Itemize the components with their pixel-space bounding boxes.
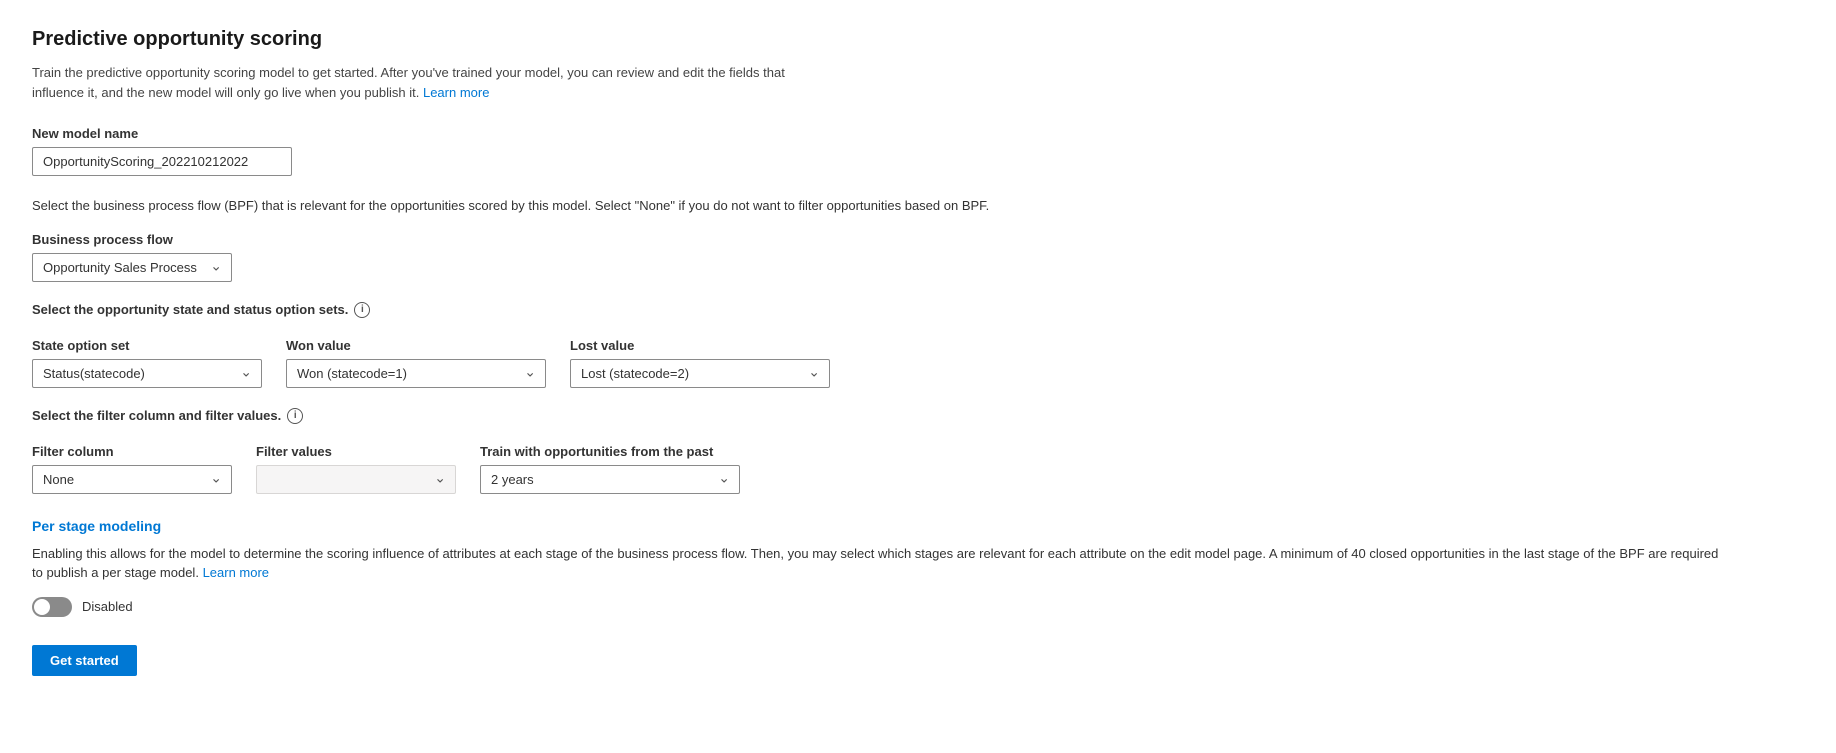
filter-values-label: Filter values (256, 444, 456, 459)
train-label: Train with opportunities from the past (480, 444, 740, 459)
filter-section-header: Select the filter column and filter valu… (32, 408, 1804, 424)
filter-values-group: Filter values (256, 444, 456, 494)
model-name-field-group: New model name (32, 126, 1804, 176)
filter-column-label: Filter column (32, 444, 232, 459)
filter-column-select[interactable]: None Owner Territory Product (32, 465, 232, 494)
model-name-input[interactable] (32, 147, 292, 176)
learn-more-link[interactable]: Learn more (423, 85, 489, 100)
won-value-label: Won value (286, 338, 546, 353)
bpf-select-wrapper: Opportunity Sales Process None Lead to O… (32, 253, 232, 282)
get-started-button[interactable]: Get started (32, 645, 137, 676)
per-stage-section: Per stage modeling Enabling this allows … (32, 518, 1804, 617)
model-name-label: New model name (32, 126, 1804, 141)
won-value-select[interactable]: Won (statecode=1) Lost (statecode=2) Ope… (286, 359, 546, 388)
state-option-set-label: State option set (32, 338, 262, 353)
state-section-header: Select the opportunity state and status … (32, 302, 1804, 318)
toggle-label: Disabled (82, 599, 133, 614)
per-stage-learn-more-link[interactable]: Learn more (203, 565, 269, 580)
toggle-row: Disabled (32, 597, 1804, 617)
page-title: Predictive opportunity scoring (32, 28, 1804, 51)
won-value-group: Won value Won (statecode=1) Lost (statec… (286, 338, 546, 388)
state-info-icon[interactable]: i (354, 302, 370, 318)
bpf-select[interactable]: Opportunity Sales Process None Lead to O… (32, 253, 232, 282)
train-select[interactable]: 1 year 2 years 3 years 5 years (480, 465, 740, 494)
lost-value-select[interactable]: Lost (statecode=2) Won (statecode=1) Ope… (570, 359, 830, 388)
page-description: Train the predictive opportunity scoring… (32, 63, 832, 102)
state-option-set-select[interactable]: Status(statecode) Status(statuscode) (32, 359, 262, 388)
filter-section-label: Select the filter column and filter valu… (32, 408, 281, 423)
state-option-set-group: State option set Status(statecode) Statu… (32, 338, 262, 388)
train-group: Train with opportunities from the past 1… (480, 444, 740, 494)
train-select-wrapper: 1 year 2 years 3 years 5 years (480, 465, 740, 494)
filter-info-icon[interactable]: i (287, 408, 303, 424)
per-stage-description: Enabling this allows for the model to de… (32, 544, 1732, 583)
state-option-select-wrapper: Status(statecode) Status(statuscode) (32, 359, 262, 388)
filter-column-group: Filter column None Owner Territory Produ… (32, 444, 232, 494)
state-options-row: State option set Status(statecode) Statu… (32, 338, 1804, 388)
lost-value-label: Lost value (570, 338, 830, 353)
filter-column-select-wrapper: None Owner Territory Product (32, 465, 232, 494)
per-stage-toggle[interactable] (32, 597, 72, 617)
bpf-label: Business process flow (32, 232, 1804, 247)
filter-row: Filter column None Owner Territory Produ… (32, 444, 1804, 494)
per-stage-title: Per stage modeling (32, 518, 1804, 534)
lost-value-group: Lost value Lost (statecode=2) Won (state… (570, 338, 830, 388)
bpf-description: Select the business process flow (BPF) t… (32, 196, 1232, 216)
bpf-field-group: Business process flow Opportunity Sales … (32, 232, 1804, 282)
won-value-select-wrapper: Won (statecode=1) Lost (statecode=2) Ope… (286, 359, 546, 388)
filter-values-select-wrapper (256, 465, 456, 494)
lost-value-select-wrapper: Lost (statecode=2) Won (statecode=1) Ope… (570, 359, 830, 388)
state-section-label: Select the opportunity state and status … (32, 302, 348, 317)
filter-values-select[interactable] (256, 465, 456, 494)
